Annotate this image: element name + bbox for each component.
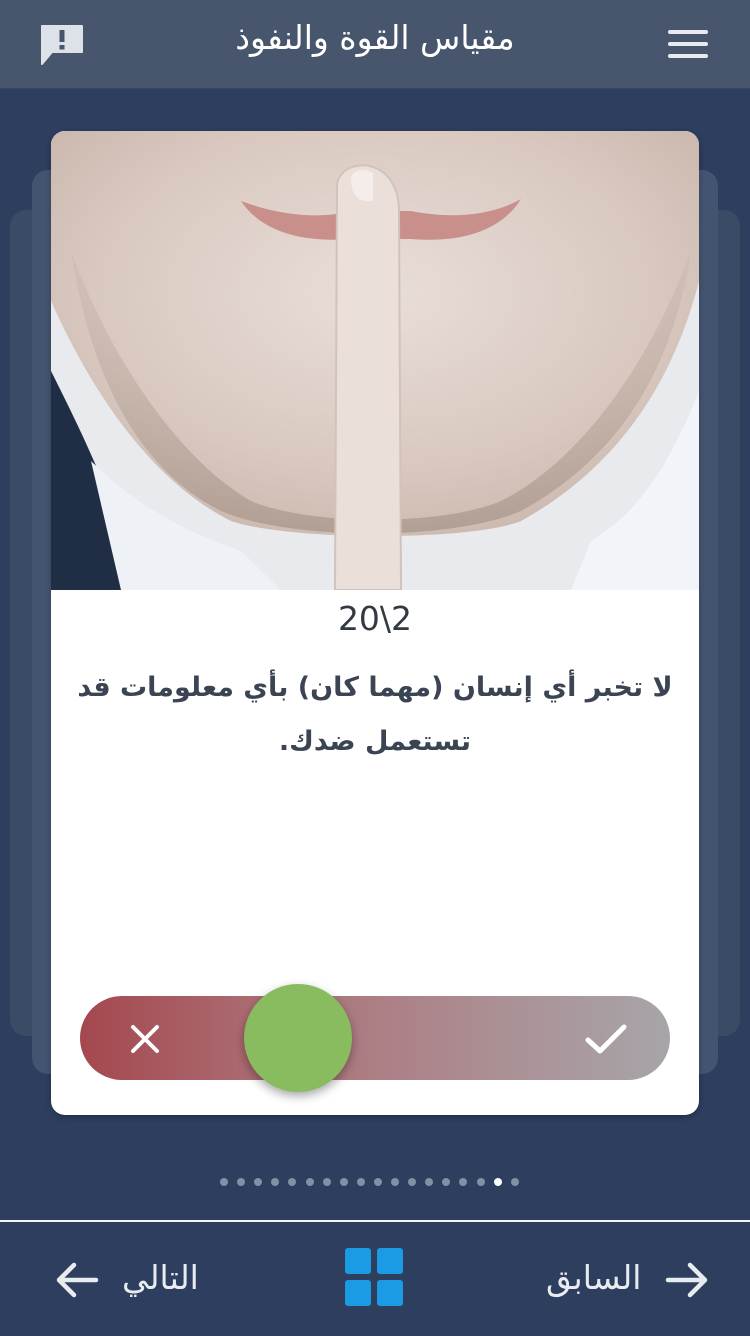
hamburger-menu-icon	[668, 30, 708, 34]
grid-icon-cell	[377, 1248, 403, 1274]
card-photo	[51, 131, 699, 590]
hamburger-menu-icon-line	[668, 54, 708, 58]
close-icon[interactable]	[128, 1022, 162, 1056]
pagination-dot[interactable]	[271, 1178, 280, 1186]
answer-slider[interactable]	[80, 996, 670, 1080]
arrow-left-icon	[56, 1262, 99, 1298]
feedback-button[interactable]	[38, 22, 86, 68]
question-counter: 20\2	[337, 599, 413, 638]
question-card: 20\2 لا تخبر أي إنسان (مهما كان) بأي معل…	[51, 131, 699, 1115]
arrow-right-icon	[665, 1262, 708, 1298]
pagination-dot[interactable]	[442, 1178, 451, 1186]
pagination-dot[interactable]	[391, 1178, 399, 1186]
page-title: مقياس القوة والنفوذ	[235, 18, 515, 57]
pagination-dot[interactable]	[356, 1178, 365, 1186]
grid-view-button[interactable]	[345, 1248, 403, 1306]
pagination-dot[interactable]	[305, 1178, 314, 1186]
grid-icon-cell	[377, 1280, 403, 1306]
pagination-dot[interactable]	[288, 1178, 297, 1186]
previous-label: السابق	[546, 1258, 642, 1297]
previous-button[interactable]: السابق	[520, 1252, 730, 1312]
app-header: مقياس القوة والنفوذ	[0, 0, 750, 89]
grid-icon	[345, 1248, 371, 1274]
pagination-dot[interactable]	[408, 1178, 417, 1186]
pagination-dot[interactable]	[425, 1178, 434, 1186]
pagination-dot[interactable]	[237, 1178, 246, 1186]
next-label: التالي	[122, 1258, 199, 1297]
pagination-dot-active[interactable]	[493, 1178, 502, 1186]
bottom-nav: التالي السابق	[0, 1220, 750, 1336]
question-text: لا تخبر أي إنسان (مهما كان) بأي معلومات …	[77, 672, 673, 757]
pagination-dot[interactable]	[339, 1178, 348, 1186]
hamburger-menu-icon-line	[668, 42, 708, 46]
pagination-dot[interactable]	[254, 1178, 263, 1186]
report-icon	[41, 25, 83, 65]
pagination-dot[interactable]	[459, 1178, 468, 1186]
pagination-dot[interactable]	[476, 1178, 485, 1186]
menu-button[interactable]	[664, 24, 712, 64]
slider-knob[interactable]	[244, 984, 352, 1092]
check-icon[interactable]	[584, 1022, 628, 1056]
next-button[interactable]: التالي	[40, 1252, 250, 1312]
pagination-dot[interactable]	[510, 1178, 519, 1186]
pagination-dot[interactable]	[373, 1178, 382, 1186]
pagination-dot[interactable]	[322, 1178, 331, 1186]
pagination-dot[interactable]	[220, 1178, 228, 1186]
grid-icon-cell	[345, 1280, 371, 1306]
